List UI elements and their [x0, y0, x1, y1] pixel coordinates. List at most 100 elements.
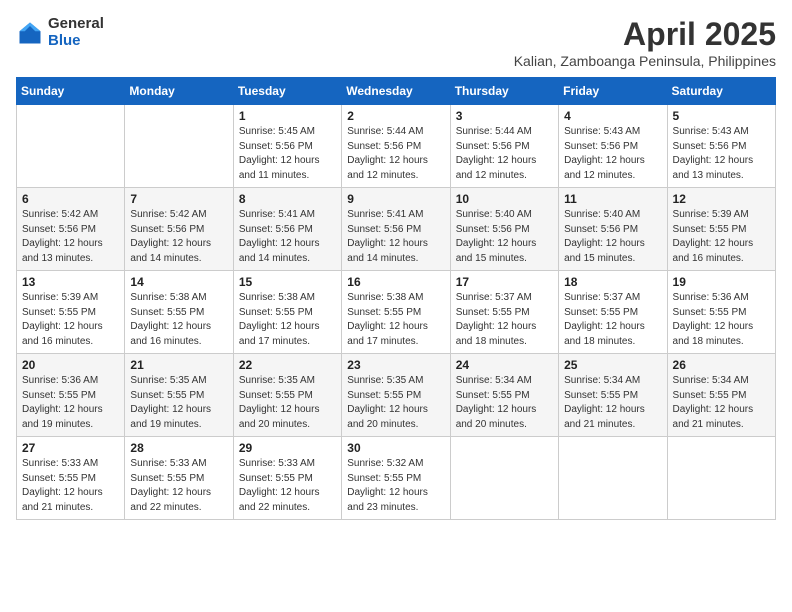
- calendar-cell: 4 Sunrise: 5:43 AM Sunset: 5:56 PM Daylig…: [559, 105, 667, 188]
- day-number: 19: [673, 275, 770, 289]
- calendar-cell: 9 Sunrise: 5:41 AM Sunset: 5:56 PM Daylig…: [342, 188, 450, 271]
- day-info: Sunrise: 5:40 AM Sunset: 5:56 PM Dayligh…: [456, 208, 553, 266]
- day-number: 12: [673, 192, 770, 206]
- day-info: Sunrise: 5:38 AM Sunset: 5:55 PM Dayligh…: [347, 291, 444, 349]
- calendar-cell: 26 Sunrise: 5:34 AM Sunset: 5:55 PM Dayli…: [667, 354, 775, 437]
- day-number: 6: [22, 192, 119, 206]
- day-number: 1: [239, 109, 336, 123]
- week-row-3: 13Sunrise: 5:39 AM Sunset: 5:55 PM Dayli…: [17, 271, 776, 354]
- calendar-cell: 14 Sunrise: 5:38 AM Sunset: 5:55 PM Dayli…: [125, 271, 233, 354]
- calendar-cell: [125, 105, 233, 188]
- calendar-cell: 13Sunrise: 5:39 AM Sunset: 5:55 PM Dayli…: [17, 271, 125, 354]
- weekday-header-saturday: Saturday: [667, 78, 775, 105]
- day-number: 9: [347, 192, 444, 206]
- day-number: 16: [347, 275, 444, 289]
- day-number: 30: [347, 441, 444, 455]
- day-info: Sunrise: 5:41 AM Sunset: 5:56 PM Dayligh…: [239, 208, 336, 266]
- day-info: Sunrise: 5:36 AM Sunset: 5:55 PM Dayligh…: [673, 291, 770, 349]
- weekday-header-friday: Friday: [559, 78, 667, 105]
- week-row-2: 6 Sunrise: 5:42 AM Sunset: 5:56 PM Daylig…: [17, 188, 776, 271]
- logo: General Blue: [16, 16, 104, 49]
- calendar-cell: 23Sunrise: 5:35 AM Sunset: 5:55 PM Dayli…: [342, 354, 450, 437]
- day-info: Sunrise: 5:35 AM Sunset: 5:55 PM Dayligh…: [130, 374, 227, 432]
- calendar-subtitle: Kalian, Zamboanga Peninsula, Philippines: [514, 53, 776, 69]
- calendar-cell: 18Sunrise: 5:37 AM Sunset: 5:55 PM Dayli…: [559, 271, 667, 354]
- week-row-5: 27Sunrise: 5:33 AM Sunset: 5:55 PM Dayli…: [17, 437, 776, 520]
- calendar-cell: 11 Sunrise: 5:40 AM Sunset: 5:56 PM Dayli…: [559, 188, 667, 271]
- weekday-header-monday: Monday: [125, 78, 233, 105]
- day-number: 23: [347, 358, 444, 372]
- day-info: Sunrise: 5:35 AM Sunset: 5:55 PM Dayligh…: [239, 374, 336, 432]
- page-header: General Blue April 2025 Kalian, Zamboang…: [16, 16, 776, 69]
- day-info: Sunrise: 5:43 AM Sunset: 5:56 PM Dayligh…: [564, 125, 661, 183]
- calendar-cell: 2 Sunrise: 5:44 AM Sunset: 5:56 PM Daylig…: [342, 105, 450, 188]
- day-info: Sunrise: 5:34 AM Sunset: 5:55 PM Dayligh…: [456, 374, 553, 432]
- calendar-cell: 21 Sunrise: 5:35 AM Sunset: 5:55 PM Dayli…: [125, 354, 233, 437]
- calendar-cell: 7 Sunrise: 5:42 AM Sunset: 5:56 PM Daylig…: [125, 188, 233, 271]
- day-number: 21: [130, 358, 227, 372]
- day-info: Sunrise: 5:41 AM Sunset: 5:56 PM Dayligh…: [347, 208, 444, 266]
- calendar-cell: [450, 437, 558, 520]
- weekday-header-tuesday: Tuesday: [233, 78, 341, 105]
- logo-text: General Blue: [48, 16, 104, 49]
- day-number: 4: [564, 109, 661, 123]
- day-info: Sunrise: 5:39 AM Sunset: 5:55 PM Dayligh…: [22, 291, 119, 349]
- day-info: Sunrise: 5:44 AM Sunset: 5:56 PM Dayligh…: [456, 125, 553, 183]
- day-info: Sunrise: 5:36 AM Sunset: 5:55 PM Dayligh…: [22, 374, 119, 432]
- day-info: Sunrise: 5:34 AM Sunset: 5:55 PM Dayligh…: [673, 374, 770, 432]
- calendar-cell: 29 Sunrise: 5:33 AM Sunset: 5:55 PM Dayli…: [233, 437, 341, 520]
- logo-blue-text: Blue: [48, 33, 104, 50]
- calendar-cell: 27Sunrise: 5:33 AM Sunset: 5:55 PM Dayli…: [17, 437, 125, 520]
- day-number: 2: [347, 109, 444, 123]
- calendar-cell: 16 Sunrise: 5:38 AM Sunset: 5:55 PM Dayli…: [342, 271, 450, 354]
- calendar-cell: 6Sunrise: 5:42 AM Sunset: 5:56 PM Daylig…: [17, 188, 125, 271]
- calendar-cell: 19 Sunrise: 5:36 AM Sunset: 5:55 PM Dayli…: [667, 271, 775, 354]
- calendar-cell: 10Sunrise: 5:40 AM Sunset: 5:56 PM Dayli…: [450, 188, 558, 271]
- calendar-cell: 28Sunrise: 5:33 AM Sunset: 5:55 PM Dayli…: [125, 437, 233, 520]
- weekday-header-wednesday: Wednesday: [342, 78, 450, 105]
- day-info: Sunrise: 5:43 AM Sunset: 5:56 PM Dayligh…: [673, 125, 770, 183]
- day-info: Sunrise: 5:44 AM Sunset: 5:56 PM Dayligh…: [347, 125, 444, 183]
- week-row-4: 20 Sunrise: 5:36 AM Sunset: 5:55 PM Dayli…: [17, 354, 776, 437]
- calendar-cell: [559, 437, 667, 520]
- weekday-header-thursday: Thursday: [450, 78, 558, 105]
- calendar-cell: 17 Sunrise: 5:37 AM Sunset: 5:55 PM Dayli…: [450, 271, 558, 354]
- calendar-cell: 15 Sunrise: 5:38 AM Sunset: 5:55 PM Dayli…: [233, 271, 341, 354]
- day-number: 20: [22, 358, 119, 372]
- calendar-cell: 24 Sunrise: 5:34 AM Sunset: 5:55 PM Dayli…: [450, 354, 558, 437]
- day-number: 24: [456, 358, 553, 372]
- day-info: Sunrise: 5:33 AM Sunset: 5:55 PM Dayligh…: [130, 457, 227, 515]
- day-info: Sunrise: 5:40 AM Sunset: 5:56 PM Dayligh…: [564, 208, 661, 266]
- day-info: Sunrise: 5:33 AM Sunset: 5:55 PM Dayligh…: [22, 457, 119, 515]
- day-number: 15: [239, 275, 336, 289]
- logo-icon: [16, 19, 44, 47]
- day-info: Sunrise: 5:38 AM Sunset: 5:55 PM Dayligh…: [239, 291, 336, 349]
- day-info: Sunrise: 5:45 AM Sunset: 5:56 PM Dayligh…: [239, 125, 336, 183]
- weekday-header-sunday: Sunday: [17, 78, 125, 105]
- day-info: Sunrise: 5:39 AM Sunset: 5:55 PM Dayligh…: [673, 208, 770, 266]
- day-info: Sunrise: 5:33 AM Sunset: 5:55 PM Dayligh…: [239, 457, 336, 515]
- day-number: 22: [239, 358, 336, 372]
- day-number: 7: [130, 192, 227, 206]
- day-number: 14: [130, 275, 227, 289]
- calendar-cell: 30 Sunrise: 5:32 AM Sunset: 5:55 PM Dayli…: [342, 437, 450, 520]
- day-number: 3: [456, 109, 553, 123]
- week-row-1: 1 Sunrise: 5:45 AM Sunset: 5:56 PM Daylig…: [17, 105, 776, 188]
- day-number: 8: [239, 192, 336, 206]
- day-number: 11: [564, 192, 661, 206]
- day-info: Sunrise: 5:32 AM Sunset: 5:55 PM Dayligh…: [347, 457, 444, 515]
- calendar-cell: 12 Sunrise: 5:39 AM Sunset: 5:55 PM Dayli…: [667, 188, 775, 271]
- day-info: Sunrise: 5:37 AM Sunset: 5:55 PM Dayligh…: [564, 291, 661, 349]
- calendar-cell: 1 Sunrise: 5:45 AM Sunset: 5:56 PM Daylig…: [233, 105, 341, 188]
- calendar-cell: 3 Sunrise: 5:44 AM Sunset: 5:56 PM Daylig…: [450, 105, 558, 188]
- day-info: Sunrise: 5:37 AM Sunset: 5:55 PM Dayligh…: [456, 291, 553, 349]
- calendar-cell: 22 Sunrise: 5:35 AM Sunset: 5:55 PM Dayli…: [233, 354, 341, 437]
- day-number: 17: [456, 275, 553, 289]
- day-number: 26: [673, 358, 770, 372]
- day-number: 29: [239, 441, 336, 455]
- title-block: April 2025 Kalian, Zamboanga Peninsula, …: [514, 16, 776, 69]
- day-info: Sunrise: 5:42 AM Sunset: 5:56 PM Dayligh…: [130, 208, 227, 266]
- day-info: Sunrise: 5:38 AM Sunset: 5:55 PM Dayligh…: [130, 291, 227, 349]
- calendar-cell: [667, 437, 775, 520]
- calendar-cell: 8 Sunrise: 5:41 AM Sunset: 5:56 PM Daylig…: [233, 188, 341, 271]
